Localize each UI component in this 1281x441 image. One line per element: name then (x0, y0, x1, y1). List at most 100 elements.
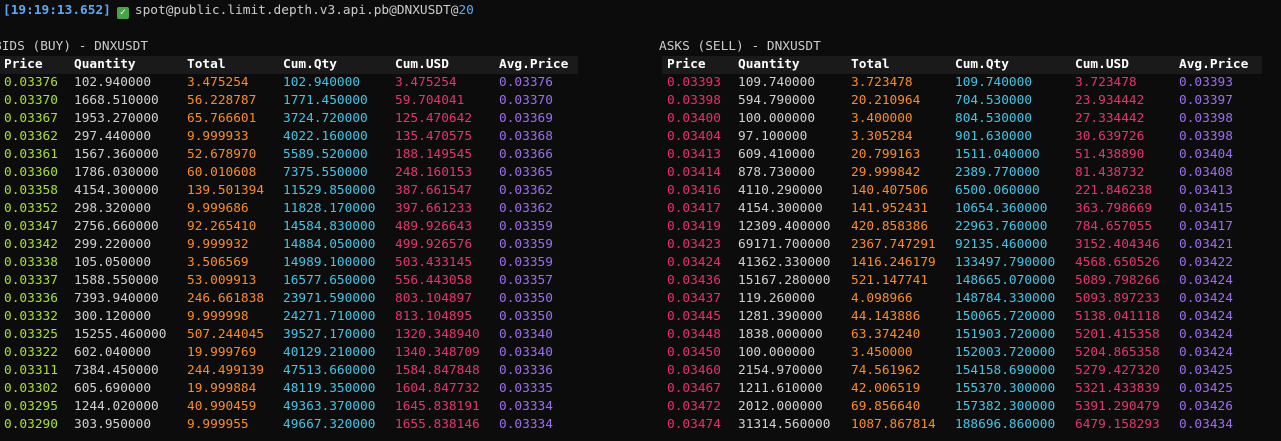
price-cell: 0.03448 (667, 327, 721, 342)
total-cell: 3.450000 (851, 345, 913, 360)
cum-usd-cell: 5201.415358 (1075, 327, 1160, 342)
quantity-cell: 605.690000 (74, 381, 152, 396)
price-cell: 0.03360 (4, 165, 58, 180)
header-total: Total (187, 57, 226, 72)
quantity-cell: 4110.290000 (738, 183, 823, 198)
quantity-cell: 15167.280000 (738, 273, 831, 288)
total-cell: 9.999686 (187, 201, 249, 216)
cum-usd-cell: 23.934442 (1075, 93, 1145, 108)
price-cell: 0.03332 (4, 309, 58, 324)
avg-price-cell: 0.03424 (1179, 291, 1233, 306)
price-cell: 0.03413 (667, 147, 721, 162)
cum-qty-cell: 11828.170000 (283, 201, 376, 216)
cum-qty-cell: 47513.660000 (283, 363, 376, 378)
cum-usd-cell: 81.438732 (1075, 165, 1145, 180)
cum-qty-cell: 5589.520000 (283, 147, 368, 162)
quantity-cell: 119.260000 (738, 291, 816, 306)
avg-price-cell: 0.03413 (1179, 183, 1233, 198)
cum-qty-cell: 16577.650000 (283, 273, 376, 288)
table-row: 0.03404 97.100000 3.305284 901.630000 30.639… (662, 128, 1262, 146)
asks-title: ASKS (SELL) - DNXUSDT (659, 39, 821, 54)
cum-usd-cell: 5279.427320 (1075, 363, 1160, 378)
price-cell: 0.03460 (667, 363, 721, 378)
avg-price-cell: 0.03425 (1179, 381, 1233, 396)
table-row: 0.03332 300.120000 9.999998 24271.710000 813… (0, 308, 578, 326)
cum-qty-cell: 901.630000 (955, 129, 1033, 144)
avg-price-cell: 0.03369 (499, 111, 553, 126)
table-row: 0.03467 1211.610000 42.006519 155370.300000… (662, 380, 1262, 398)
avg-price-cell: 0.03397 (1179, 93, 1233, 108)
quantity-cell: 1567.360000 (74, 147, 159, 162)
table-row: 0.03416 4110.290000 140.407506 6500.060000 2… (662, 182, 1262, 200)
quantity-cell: 878.730000 (738, 165, 816, 180)
price-cell: 0.03398 (667, 93, 721, 108)
cum-usd-cell: 3152.404346 (1075, 237, 1160, 252)
cum-qty-cell: 14989.100000 (283, 255, 376, 270)
check-icon: ✓ (116, 7, 129, 19)
price-cell: 0.03424 (667, 255, 721, 270)
avg-price-cell: 0.03398 (1179, 129, 1233, 144)
table-row: 0.03398 594.790000 20.210964 704.530000 23.9… (662, 92, 1262, 110)
cum-usd-cell: 489.926643 (395, 219, 473, 234)
quantity-cell: 594.790000 (738, 93, 816, 108)
total-cell: 74.561962 (851, 363, 921, 378)
cum-usd-cell: 3.475254 (395, 75, 457, 90)
avg-price-cell: 0.03408 (1179, 165, 1233, 180)
table-row: 0.03370 1668.510000 56.228787 1771.450000 59… (0, 92, 578, 110)
quantity-cell: 102.940000 (74, 75, 152, 90)
avg-price-cell: 0.03362 (499, 201, 553, 216)
cum-qty-cell: 7375.550000 (283, 165, 368, 180)
avg-price-cell: 0.03340 (499, 327, 553, 342)
price-cell: 0.03472 (667, 399, 721, 414)
price-cell: 0.03423 (667, 237, 721, 252)
cum-usd-cell: 784.657055 (1075, 219, 1153, 234)
price-cell: 0.03295 (4, 399, 58, 414)
quantity-cell: 1588.550000 (74, 273, 159, 288)
table-row: 0.03290 303.950000 9.999955 49667.320000 165… (0, 416, 578, 434)
price-cell: 0.03302 (4, 381, 58, 396)
quantity-cell: 69171.700000 (738, 237, 831, 252)
table-row: 0.03361 1567.360000 52.678970 5589.520000 18… (0, 146, 578, 164)
avg-price-cell: 0.03398 (1179, 111, 1233, 126)
total-cell: 3.400000 (851, 111, 913, 126)
total-cell: 141.952431 (851, 201, 929, 216)
avg-price-cell: 0.03424 (1179, 345, 1233, 360)
avg-price-cell: 0.03422 (1179, 255, 1233, 270)
total-cell: 140.407506 (851, 183, 929, 198)
total-cell: 56.228787 (187, 93, 257, 108)
asks-header-row: Price Quantity Total Cum.Qty Cum.USD Avg… (662, 56, 1262, 74)
header-avg-price: Avg.Price (1179, 57, 1249, 72)
avg-price-cell: 0.03359 (499, 237, 553, 252)
table-row: 0.03302 605.690000 19.999884 48119.350000 16… (0, 380, 578, 398)
cum-qty-cell: 151903.720000 (955, 327, 1056, 342)
quantity-cell: 7393.940000 (74, 291, 159, 306)
table-row: 0.03423 69171.700000 2367.747291 92135.4600… (662, 236, 1262, 254)
cum-qty-cell: 1771.450000 (283, 93, 368, 108)
avg-price-cell: 0.03359 (499, 219, 553, 234)
avg-price-cell: 0.03376 (499, 75, 553, 90)
bids-title: BIDS (BUY) - DNXUSDT (0, 39, 149, 54)
total-cell: 92.265410 (187, 219, 257, 234)
avg-price-cell: 0.03425 (1179, 363, 1233, 378)
avg-price-cell: 0.03336 (499, 363, 553, 378)
table-row: 0.03338 105.050000 3.506569 14989.100000 503… (0, 254, 578, 272)
cum-qty-cell: 24271.710000 (283, 309, 376, 324)
cum-qty-cell: 4022.160000 (283, 129, 368, 144)
cum-usd-cell: 135.470575 (395, 129, 473, 144)
cum-qty-cell: 6500.060000 (955, 183, 1040, 198)
table-row: 0.03414 878.730000 29.999842 2389.770000 81.… (662, 164, 1262, 182)
header-cum-usd: Cum.USD (1075, 57, 1129, 72)
cum-usd-cell: 1320.348940 (395, 327, 480, 342)
cum-usd-cell: 813.104895 (395, 309, 473, 324)
avg-price-cell: 0.03424 (1179, 327, 1233, 342)
table-row: 0.03360 1786.030000 60.010608 7375.550000 24… (0, 164, 578, 182)
cum-qty-cell: 1511.040000 (955, 147, 1040, 162)
table-row: 0.03362 297.440000 9.999933 4022.160000 135.… (0, 128, 578, 146)
cum-qty-cell: 109.740000 (955, 75, 1033, 90)
table-row: 0.03367 1953.270000 65.766601 3724.720000 12… (0, 110, 578, 128)
quantity-cell: 105.050000 (74, 255, 152, 270)
avg-price-cell: 0.03368 (499, 129, 553, 144)
header-price: Price (667, 57, 706, 72)
table-row: 0.03347 2756.660000 92.265410 14584.830000 4… (0, 218, 578, 236)
table-row: 0.03436 15167.280000 521.147741 148665.0700… (662, 272, 1262, 290)
